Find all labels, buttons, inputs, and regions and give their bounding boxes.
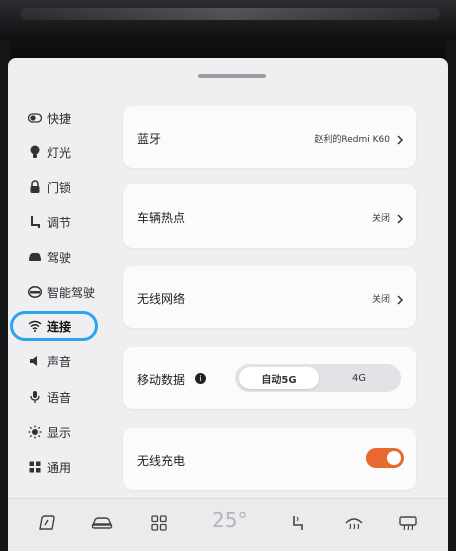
car-icon[interactable]: [90, 511, 114, 535]
seat-adjust-icon: [28, 215, 42, 229]
sidebar-item-sound[interactable]: 声音: [28, 350, 71, 372]
lock-icon: [28, 180, 42, 194]
grid-icon: [28, 460, 42, 474]
chevron-right-icon: [396, 210, 406, 224]
brightness-icon: [28, 425, 42, 439]
car-icon: [28, 250, 42, 264]
wifi-status: 关闭: [371, 295, 390, 305]
bluetooth-device-name: 赵利的Redmi K60: [314, 135, 390, 145]
toggle-knob: [387, 451, 401, 465]
bulb-icon: [28, 145, 42, 159]
apps-icon[interactable]: [147, 511, 171, 535]
sidebar-item-label: 智能驾驶: [47, 285, 96, 300]
speaker-icon: [28, 354, 42, 368]
toggle-icon: [28, 111, 42, 125]
sidebar-item-label: 快捷: [47, 111, 72, 126]
device-bezel: [0, 0, 456, 60]
wifi-title: 无线网络: [137, 292, 186, 306]
microphone-icon: [28, 390, 42, 404]
mobile-data-title: 移动数据: [137, 373, 186, 387]
sidebar-item-general[interactable]: 通用: [28, 456, 71, 478]
wifi-icon: [28, 319, 42, 333]
seat-heat-icon[interactable]: [286, 511, 310, 535]
hotspot-card[interactable]: 车辆热点 关闭: [123, 184, 416, 248]
hotspot-status: 关闭: [371, 214, 390, 224]
sidebar-item-door-lock[interactable]: 门锁: [28, 176, 71, 198]
sidebar-item-connect[interactable]: 连接: [28, 315, 71, 337]
sidebar-item-lights[interactable]: 灯光: [28, 141, 71, 163]
bluetooth-title: 蓝牙: [137, 132, 162, 146]
steering-wheel-icon: [28, 285, 42, 299]
hotspot-title: 车辆热点: [137, 211, 186, 225]
home-icon[interactable]: [35, 511, 59, 535]
front-defrost-icon[interactable]: [342, 511, 366, 535]
bluetooth-card[interactable]: 蓝牙 赵利的Redmi K60: [123, 106, 416, 168]
wifi-card[interactable]: 无线网络 关闭: [123, 266, 416, 328]
bottom-dock: 25°: [8, 498, 448, 551]
rear-defrost-icon[interactable]: [396, 511, 420, 535]
sidebar-item-label: 通用: [47, 460, 72, 475]
sidebar-item-label: 声音: [47, 354, 72, 369]
network-option-auto-5g[interactable]: 自动5G: [239, 367, 319, 389]
info-icon[interactable]: i: [195, 373, 206, 384]
sidebar-item-label: 门锁: [47, 180, 72, 195]
drag-handle[interactable]: [198, 74, 266, 78]
sidebar-item-label: 显示: [47, 425, 72, 440]
sidebar-item-label: 调节: [47, 215, 72, 230]
chevron-right-icon: [396, 291, 406, 305]
mobile-data-card: 移动数据 i 自动5G 4G: [123, 347, 416, 409]
sidebar-item-voice[interactable]: 语音: [28, 386, 71, 408]
wireless-charging-card: 无线充电: [123, 428, 416, 490]
sidebar-item-label: 驾驶: [47, 250, 72, 265]
network-option-4g[interactable]: 4G: [319, 367, 399, 389]
chevron-right-icon: [396, 131, 406, 145]
sidebar-item-display[interactable]: 显示: [28, 421, 71, 443]
sidebar-item-shortcuts[interactable]: 快捷: [28, 107, 71, 129]
sidebar-item-label: 语音: [47, 390, 72, 405]
network-mode-segmented-control: 自动5G 4G: [235, 364, 401, 392]
sidebar-item-adjust[interactable]: 调节: [28, 211, 71, 233]
wireless-charging-title: 无线充电: [137, 454, 186, 468]
screen-glare: [20, 8, 440, 20]
sidebar-item-label: 灯光: [47, 145, 72, 160]
temperature-readout[interactable]: 25°: [212, 508, 247, 532]
sidebar-item-driving[interactable]: 驾驶: [28, 246, 71, 268]
wireless-charging-toggle[interactable]: [366, 448, 404, 468]
sidebar-item-label: 连接: [47, 319, 72, 334]
sidebar-item-smart-driving[interactable]: 智能驾驶: [28, 281, 95, 303]
settings-screen: 快捷 灯光 门锁 调节 驾驶 智能驾驶 连接 声音 语音 显示 通用 蓝牙 赵利…: [8, 58, 448, 551]
